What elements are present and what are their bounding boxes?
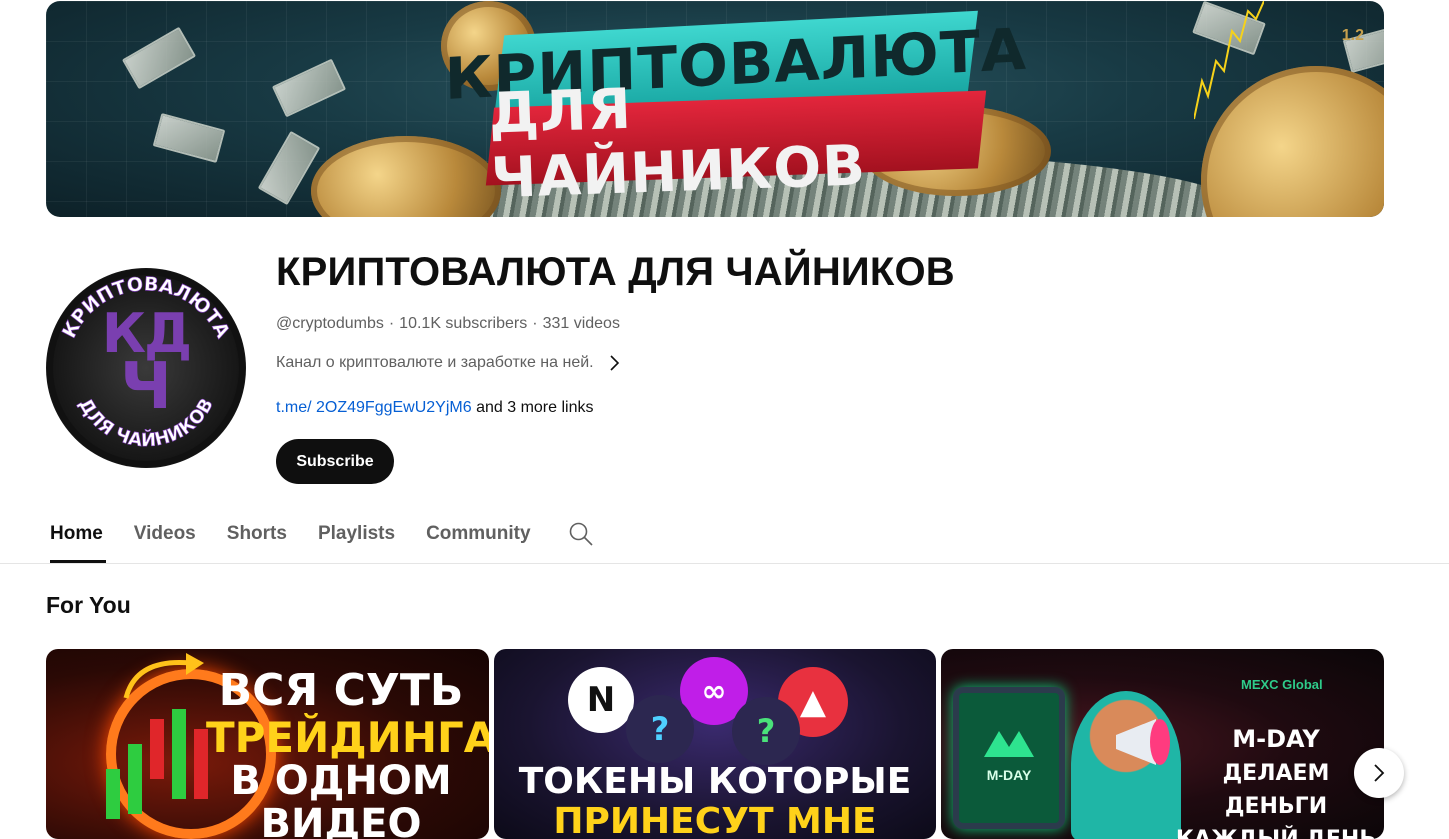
section-title-for-you: For You	[46, 592, 131, 618]
thumbnail-line: ТРЕЙДИНГА	[206, 712, 489, 762]
tablet-label: M-DAY	[986, 767, 1032, 783]
tablet-graphic: M-DAY	[953, 687, 1065, 829]
search-icon[interactable]	[568, 521, 594, 547]
brand-label: MEXC Global	[1241, 677, 1323, 692]
thumbnail-line: ВИДЕО	[260, 801, 422, 839]
channel-handle: @cryptodumbs	[276, 315, 384, 332]
avatar-monogram: КД Ч	[96, 307, 196, 424]
near-token-icon: N	[568, 667, 634, 733]
carousel-next-button[interactable]	[1354, 748, 1404, 798]
avatar-monogram-bottom: Ч	[120, 349, 172, 424]
thumbnail-line: ВСЯ СУТЬ	[218, 665, 464, 716]
thumbnail-line: В ОДНОМ	[230, 757, 452, 804]
subscribe-button[interactable]: Subscribe	[276, 439, 394, 484]
channel-name: КРИПТОВАЛЮТА ДЛЯ ЧАЙНИКОВ	[276, 250, 955, 294]
chevron-right-icon[interactable]	[608, 354, 620, 372]
channel-description-text: Канал о криптовалюте и заработке на ней.	[276, 354, 594, 371]
mexc-logo-icon	[984, 731, 1034, 757]
subscriber-count: 10.1K subscribers	[399, 315, 528, 332]
mystery-token-icon: ?	[626, 695, 694, 763]
banner-corner-number: 1.2	[1341, 27, 1364, 44]
video-thumbnail[interactable]: M-DAY MEXC Global M-DAY ДЕЛАЕМ ДЕНЬГИ КА…	[941, 649, 1384, 839]
thumbnail-line: ТОКЕНЫ КОТОРЫЕ	[518, 761, 912, 802]
thumbnail-line: ДЕЛАЕМ ДЕНЬГИ	[1222, 761, 1330, 819]
candle-green	[128, 744, 142, 814]
banner-title-line2: ДЛЯ ЧАЙНИКОВ	[485, 77, 987, 211]
tab-community[interactable]: Community	[426, 505, 531, 563]
more-links-button[interactable]: and 3 more links	[476, 399, 593, 416]
channel-meta: @cryptodumbs · 10.1K subscribers · 331 video…	[276, 315, 620, 333]
channel-links: t.me/ 2OZ49FggEwU2YjM6 and 3 more links	[276, 399, 593, 417]
arrow-icon	[123, 653, 204, 699]
channel-description[interactable]: Канал о криптовалюте и заработке на ней.	[276, 354, 620, 372]
mystery-token-icon: ?	[732, 697, 800, 765]
channel-banner: 1.2 КРИПТОВАЛЮТА ДЛЯ ЧАЙНИКОВ	[46, 1, 1384, 217]
thumbnail-text: ТОКЕНЫ КОТОРЫЕ ПРИНЕСУТ МНЕ	[494, 762, 936, 839]
tab-playlists[interactable]: Playlists	[318, 505, 395, 563]
meta-separator: ·	[532, 315, 538, 332]
price-chart-line-icon	[1194, 1, 1264, 120]
channel-tabs: Home Videos Shorts Playlists Community	[46, 505, 562, 563]
tabs-divider	[0, 563, 1449, 564]
thumbnail-text: M-DAY ДЕЛАЕМ ДЕНЬГИ КАЖДЫЙ ДЕНЬ	[1171, 721, 1381, 839]
megaphone-icon	[1116, 719, 1170, 765]
channel-link[interactable]: t.me/ 2OZ49FggEwU2YjM6	[276, 399, 472, 416]
candle-red	[150, 719, 164, 779]
thumbnail-line: M-DAY	[1232, 725, 1320, 753]
tab-home[interactable]: Home	[50, 505, 106, 563]
tab-videos[interactable]: Videos	[134, 505, 196, 563]
tab-shorts[interactable]: Shorts	[227, 505, 287, 563]
thumbnail-text: ВСЯ СУТЬ ТРЕЙДИНГА В ОДНОМ ВИДЕО	[206, 665, 489, 839]
candle-green	[172, 709, 186, 799]
meta-separator: ·	[388, 315, 395, 332]
candle-green	[106, 769, 120, 819]
video-count: 331 videos	[542, 315, 620, 332]
thumbnail-line: КАЖДЫЙ ДЕНЬ	[1171, 823, 1381, 839]
thumbnail-line: ПРИНЕСУТ МНЕ	[553, 800, 877, 839]
channel-avatar[interactable]: КРИПТОВАЛЮТА ДЛЯ ЧАЙНИКОВ КД Ч	[46, 268, 246, 468]
chevron-right-icon	[1374, 764, 1385, 782]
video-thumbnail[interactable]: N ∞ ▲ ? ? ТОКЕНЫ КОТОРЫЕ ПРИНЕСУТ МНЕ	[494, 649, 936, 839]
video-thumbnail[interactable]: ВСЯ СУТЬ ТРЕЙДИНГА В ОДНОМ ВИДЕО	[46, 649, 489, 839]
